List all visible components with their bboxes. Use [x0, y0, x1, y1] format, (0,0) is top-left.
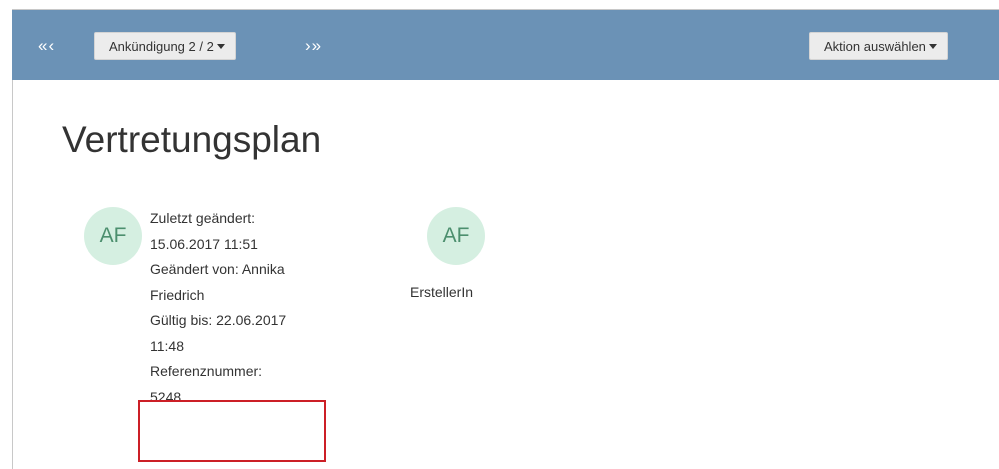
first-announcement-icon[interactable]: «‹ [38, 36, 55, 56]
caret-down-icon [928, 44, 937, 49]
changed-by-label: Geändert von: Annika [150, 261, 285, 277]
valid-until-label: Gültig bis: 22.06.2017 [150, 312, 287, 328]
avatar: AF [84, 207, 142, 265]
caret-down-icon [216, 44, 225, 49]
announcement-dropdown-label: Ankündigung 2 / 2 [109, 39, 214, 54]
creator-avatar: AF [427, 207, 485, 265]
page-title: Vertretungsplan [62, 119, 322, 160]
last-changed-label: Zuletzt geändert: [150, 210, 256, 226]
creator-label: ErstellerIn [410, 284, 474, 300]
action-dropdown-label: Aktion auswählen [824, 39, 926, 54]
action-dropdown[interactable]: Aktion auswählen [809, 32, 948, 60]
valid-until-time: 11:48 [150, 337, 184, 354]
announcement-dropdown[interactable]: Ankündigung 2 / 2 [94, 32, 236, 60]
last-changed-date: 15.06.2017 11:51 [150, 235, 258, 252]
last-announcement-icon[interactable]: ›» [305, 36, 322, 56]
reference-number-label: Referenznummer: [150, 363, 263, 379]
announcement-metadata: Zuletzt geändert: 15.06.2017 11:51 Geänd… [150, 206, 360, 410]
changed-by-name: Friedrich [150, 286, 205, 303]
reference-number-highlight [138, 400, 326, 462]
